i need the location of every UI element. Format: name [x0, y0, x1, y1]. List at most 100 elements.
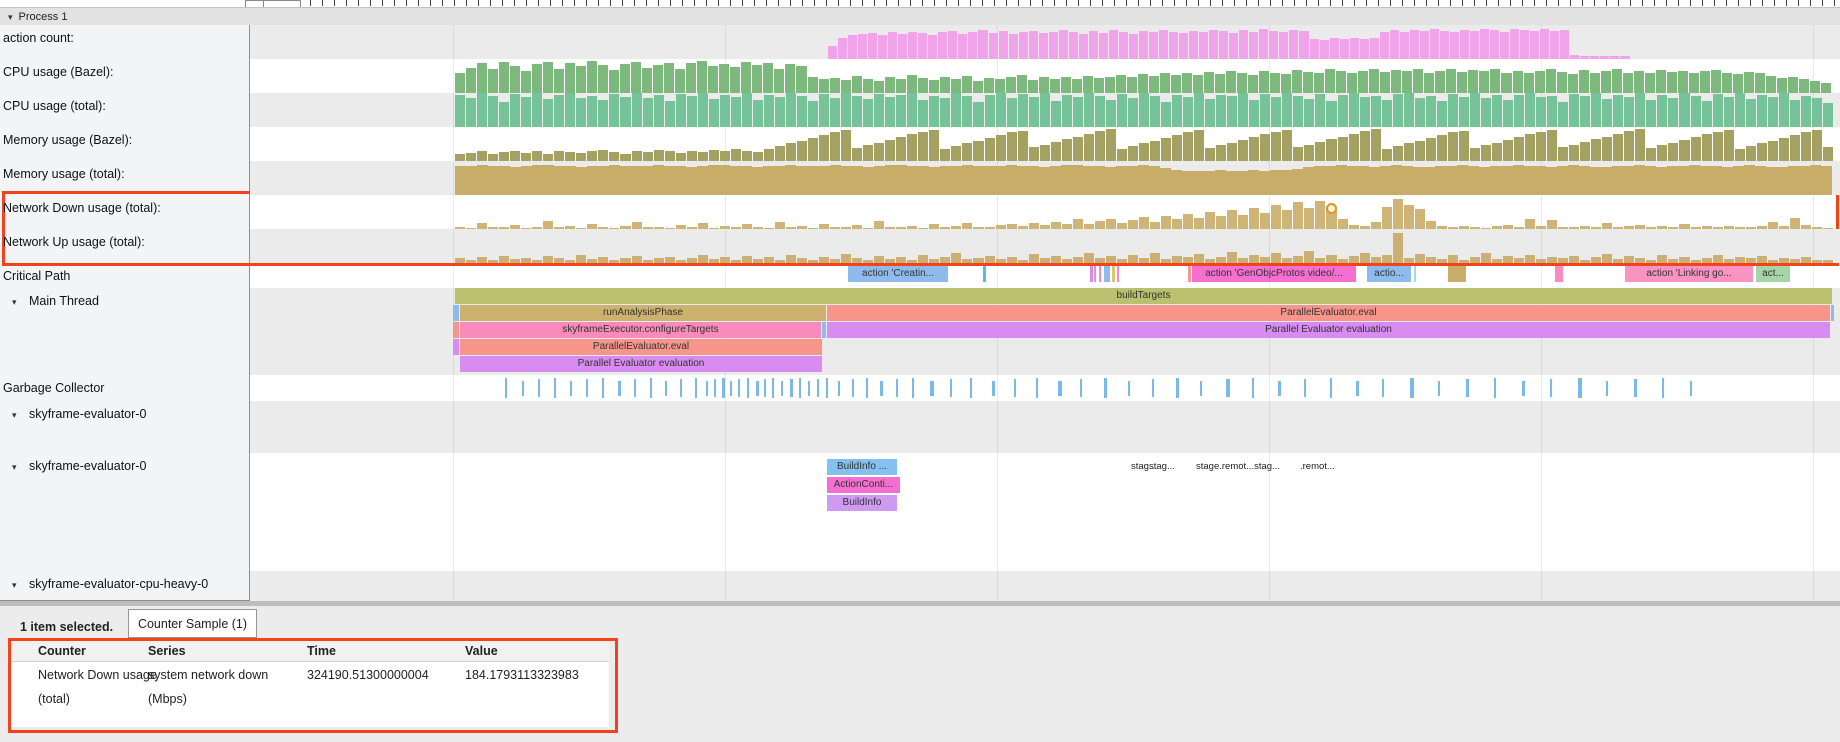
histogram-bar[interactable]	[1129, 34, 1138, 60]
histogram-bar[interactable]	[1051, 256, 1061, 263]
histogram-bar[interactable]	[1139, 258, 1149, 263]
gc-tick[interactable]	[1200, 381, 1202, 396]
histogram-bar[interactable]	[1227, 210, 1237, 229]
histogram-bar[interactable]	[455, 95, 465, 127]
histogram-bar[interactable]	[1106, 129, 1116, 161]
histogram-bar[interactable]	[1635, 258, 1645, 263]
histogram-bar[interactable]	[1009, 34, 1018, 59]
histogram-bar[interactable]	[1282, 93, 1292, 127]
histogram-bar[interactable]	[1205, 99, 1215, 127]
histogram-bar[interactable]	[1237, 171, 1248, 195]
histogram-bar[interactable]	[1437, 101, 1447, 127]
histogram-bar[interactable]	[973, 102, 983, 128]
histogram-bar[interactable]	[1216, 145, 1226, 161]
histogram-bar[interactable]	[841, 166, 852, 195]
histogram-bar[interactable]	[609, 152, 619, 161]
slice[interactable]	[822, 322, 826, 338]
slice[interactable]	[1104, 266, 1110, 282]
histogram-bar[interactable]	[1460, 30, 1469, 59]
histogram-bar[interactable]	[1260, 134, 1270, 161]
histogram-bar[interactable]	[1393, 146, 1403, 161]
histogram-bar[interactable]	[874, 81, 884, 93]
histogram-bar[interactable]	[1138, 74, 1148, 93]
histogram-bar[interactable]	[1182, 73, 1192, 93]
histogram-bar[interactable]	[973, 81, 983, 93]
histogram-bar[interactable]	[1404, 143, 1414, 161]
histogram-bar[interactable]	[731, 149, 741, 161]
counter-track-cpu-usage-total-[interactable]	[455, 93, 1832, 127]
gc-tick[interactable]	[1104, 378, 1107, 398]
histogram-bar[interactable]	[1369, 167, 1380, 195]
slice-action-creatin-[interactable]: action 'Creatin...	[848, 266, 948, 282]
histogram-bar[interactable]	[1435, 71, 1445, 93]
histogram-bar[interactable]	[1481, 145, 1491, 161]
histogram-bar[interactable]	[1400, 32, 1409, 59]
histogram-bar[interactable]	[1083, 76, 1093, 93]
histogram-bar[interactable]	[1546, 167, 1557, 195]
histogram-bar[interactable]	[1755, 166, 1766, 195]
histogram-bar[interactable]	[1270, 73, 1280, 93]
histogram-bar[interactable]	[1304, 99, 1314, 127]
histogram-bar[interactable]	[1039, 167, 1050, 195]
gc-tick[interactable]	[1466, 379, 1469, 397]
histogram-bar[interactable]	[1360, 39, 1369, 59]
histogram-bar[interactable]	[1569, 145, 1579, 161]
histogram-bar[interactable]	[1390, 30, 1399, 59]
collapse-arrow-icon[interactable]: ▾	[12, 297, 22, 308]
gc-tick[interactable]	[570, 381, 572, 396]
histogram-bar[interactable]	[1260, 213, 1270, 229]
histogram-bar[interactable]	[1746, 146, 1756, 161]
gc-tick[interactable]	[538, 379, 540, 397]
histogram-bar[interactable]	[1602, 99, 1612, 127]
histogram-bar[interactable]	[1159, 30, 1168, 59]
histogram-bar[interactable]	[1591, 257, 1601, 263]
histogram-bar[interactable]	[1128, 255, 1138, 264]
histogram-bar[interactable]	[510, 259, 520, 263]
gc-tick[interactable]	[1438, 381, 1440, 396]
histogram-bar[interactable]	[1459, 97, 1469, 127]
histogram-bar[interactable]	[1216, 95, 1226, 127]
histogram-bar[interactable]	[929, 80, 939, 93]
histogram-bar[interactable]	[1821, 83, 1831, 93]
histogram-bar[interactable]	[1040, 93, 1050, 127]
gc-tick[interactable]	[1522, 381, 1525, 396]
histogram-bar[interactable]	[1028, 166, 1039, 195]
histogram-bar[interactable]	[841, 80, 851, 93]
histogram-bar[interactable]	[698, 152, 708, 161]
histogram-bar[interactable]	[1657, 95, 1667, 127]
gc-tick[interactable]	[1410, 378, 1414, 398]
histogram-bar[interactable]	[1326, 101, 1336, 127]
histogram-bar[interactable]	[907, 134, 917, 161]
histogram-bar[interactable]	[1160, 168, 1171, 195]
histogram-bar[interactable]	[752, 65, 762, 93]
histogram-bar[interactable]	[808, 138, 818, 161]
gc-tick[interactable]	[1690, 381, 1692, 396]
histogram-bar[interactable]	[1426, 221, 1436, 229]
histogram-bar[interactable]	[687, 96, 697, 127]
histogram-bar[interactable]	[466, 166, 477, 195]
histogram-bar[interactable]	[676, 153, 686, 161]
gc-tick[interactable]	[522, 381, 524, 396]
histogram-bar[interactable]	[477, 151, 487, 161]
histogram-bar[interactable]	[1249, 137, 1259, 161]
histogram-bar[interactable]	[1779, 138, 1789, 161]
histogram-bar[interactable]	[521, 153, 531, 161]
histogram-bar[interactable]	[1007, 98, 1017, 127]
histogram-bar[interactable]	[499, 166, 510, 195]
histogram-bar[interactable]	[1006, 165, 1017, 195]
histogram-bar[interactable]	[774, 69, 784, 93]
histogram-bar[interactable]	[521, 166, 532, 195]
histogram-bar[interactable]	[985, 138, 995, 161]
histogram-bar[interactable]	[643, 260, 653, 263]
histogram-bar[interactable]	[819, 94, 829, 127]
histogram-bar[interactable]	[1424, 167, 1435, 195]
histogram-bar[interactable]	[543, 221, 553, 230]
histogram-bar[interactable]	[929, 259, 939, 263]
histogram-bar[interactable]	[1470, 93, 1480, 127]
histogram-bar[interactable]	[1382, 255, 1392, 263]
histogram-bar[interactable]	[1823, 260, 1833, 263]
slice[interactable]	[1099, 266, 1101, 282]
histogram-bar[interactable]	[1535, 71, 1545, 93]
histogram-bar[interactable]	[620, 258, 630, 263]
slice[interactable]	[1090, 266, 1093, 282]
